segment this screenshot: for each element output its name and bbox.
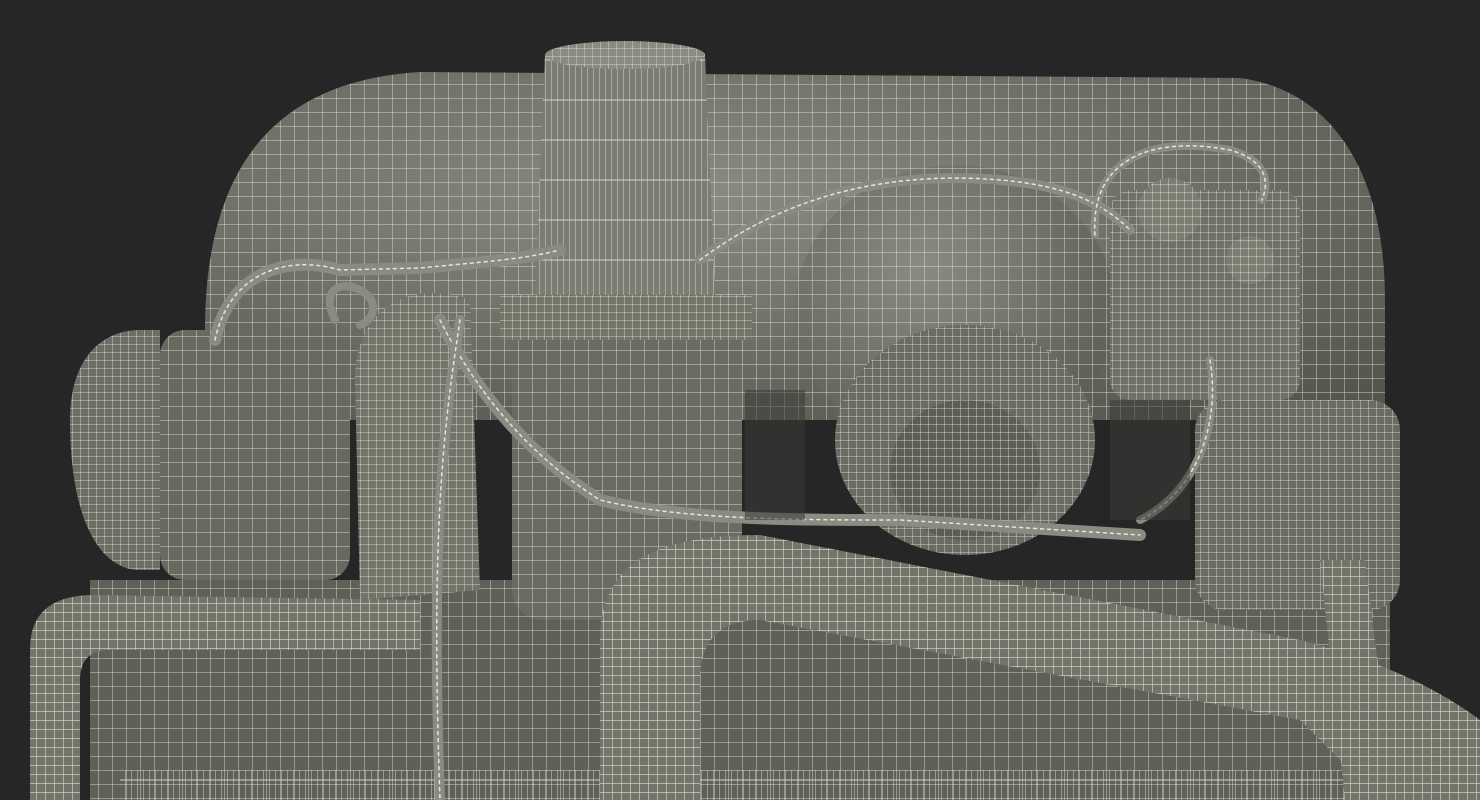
fuel-pump [1110,178,1300,400]
air-filter [535,41,715,295]
distributor [70,330,350,580]
engine-wireframe-render [0,0,1480,800]
oil-filler [1195,400,1400,610]
